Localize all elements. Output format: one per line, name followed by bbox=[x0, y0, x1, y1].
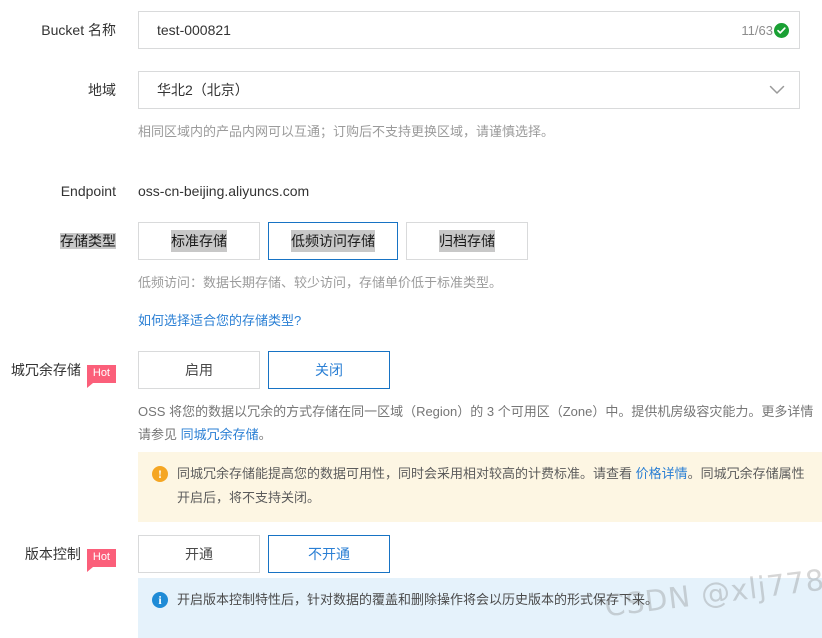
zone-redundancy-desc-row: OSS 将您的数据以冗余的方式存储在同一区域（Region）的 3 个可用区（Z… bbox=[0, 400, 822, 446]
versioning-info-alert: i 开启版本控制特性后，针对数据的覆盖和删除操作将会以历史版本的形式保存下来。 bbox=[138, 578, 822, 638]
zone-redundancy-options: 启用 关闭 bbox=[138, 351, 822, 389]
region-label: 地域 bbox=[88, 82, 116, 98]
bucket-name-label: Bucket 名称 bbox=[41, 22, 116, 38]
storage-class-label: 存储类型 bbox=[60, 233, 116, 249]
zone-redundancy-option-disable[interactable]: 关闭 bbox=[268, 351, 390, 389]
zone-redundancy-badge-wrap: Hot bbox=[86, 352, 116, 390]
form-row-storage-class: 存储类型 标准存储 低频访问存储 归档存储 bbox=[0, 222, 822, 260]
hot-badge: Hot bbox=[86, 365, 116, 389]
zone-redundancy-warning-text: 同城冗余存储能提高您的数据可用性，同时会采用相对较高的计费标准。请查看 价格详情… bbox=[177, 462, 808, 510]
versioning-info-text: 开启版本控制特性后，针对数据的覆盖和删除操作将会以历史版本的形式保存下来。 bbox=[177, 592, 659, 607]
storage-class-option-archive[interactable]: 归档存储 bbox=[406, 222, 528, 260]
versioning-alert-row: i 开启版本控制特性后，针对数据的覆盖和删除操作将会以历史版本的形式保存下来。 bbox=[0, 578, 822, 638]
storage-class-helper-text: 低频访问：数据长期存储、较少访问，存储单价低于标准类型。 bbox=[138, 275, 503, 290]
form-row-endpoint: Endpoint oss-cn-beijing.aliyuncs.com bbox=[0, 181, 822, 201]
region-helper-text: 相同区域内的产品内网可以互通；订购后不支持更换区域，请谨慎选择。 bbox=[138, 124, 555, 139]
zone-redundancy-desc: OSS 将您的数据以冗余的方式存储在同一区域（Region）的 3 个可用区（Z… bbox=[138, 400, 822, 446]
storage-class-label-wrap: 存储类型 bbox=[0, 222, 138, 260]
versioning-label: 版本控制 bbox=[24, 546, 81, 562]
storage-class-link-row: 如何选择适合您的存储类型? bbox=[0, 310, 822, 330]
form-row-versioning: 版本控制 Hot 开通 不开通 bbox=[0, 535, 822, 574]
zone-redundancy-label-wrap: 城冗余存储 Hot bbox=[0, 351, 138, 390]
bucket-name-input[interactable]: test-000821 11/63 bbox=[138, 11, 800, 49]
bucket-name-counter: 11/63 bbox=[741, 22, 773, 38]
zone-redundancy-warning-alert: ! 同城冗余存储能提高您的数据可用性，同时会采用相对较高的计费标准。请查看 价格… bbox=[138, 452, 822, 522]
storage-class-help-link[interactable]: 如何选择适合您的存储类型? bbox=[138, 313, 301, 328]
storage-class-helper-row: 低频访问：数据长期存储、较少访问，存储单价低于标准类型。 bbox=[0, 272, 822, 294]
check-circle-icon bbox=[774, 22, 789, 38]
storage-class-option-ia-label: 低频访问存储 bbox=[291, 230, 375, 252]
zone-redundancy-desc-link[interactable]: 同城冗余存储 bbox=[181, 427, 259, 442]
storage-class-options: 标准存储 低频访问存储 归档存储 bbox=[138, 222, 822, 260]
versioning-options: 开通 不开通 bbox=[138, 535, 822, 573]
zone-redundancy-alert-row: ! 同城冗余存储能提高您的数据可用性，同时会采用相对较高的计费标准。请查看 价格… bbox=[0, 452, 822, 522]
region-helper-row: 相同区域内的产品内网可以互通；订购后不支持更换区域，请谨慎选择。 bbox=[0, 121, 822, 143]
bucket-name-value: test-000821 bbox=[157, 22, 231, 38]
info-icon: i bbox=[152, 592, 168, 608]
price-detail-link[interactable]: 价格详情 bbox=[636, 466, 688, 481]
bucket-create-form: Bucket 名称 test-000821 11/63 地域 华北2（北京） 相… bbox=[0, 0, 822, 638]
versioning-badge-wrap: Hot bbox=[86, 536, 116, 574]
versioning-option-enable[interactable]: 开通 bbox=[138, 535, 260, 573]
chevron-down-icon[interactable] bbox=[769, 85, 799, 95]
form-row-zone-redundancy: 城冗余存储 Hot 启用 关闭 bbox=[0, 351, 822, 390]
endpoint-label: Endpoint bbox=[60, 183, 116, 199]
zone-redundancy-option-enable[interactable]: 启用 bbox=[138, 351, 260, 389]
form-row-bucket-name: Bucket 名称 test-000821 11/63 bbox=[0, 11, 822, 49]
endpoint-value: oss-cn-beijing.aliyuncs.com bbox=[138, 183, 310, 199]
form-row-region: 地域 华北2（北京） bbox=[0, 71, 822, 109]
storage-class-option-standard-label: 标准存储 bbox=[171, 230, 227, 252]
zone-redundancy-desc-part2: 。 bbox=[258, 427, 272, 442]
versioning-label-wrap: 版本控制 Hot bbox=[0, 535, 138, 574]
region-value: 华北2（北京） bbox=[157, 82, 249, 98]
storage-class-option-ia[interactable]: 低频访问存储 bbox=[268, 222, 398, 260]
zone-redundancy-label: 城冗余存储 bbox=[10, 362, 81, 378]
warning-text-part1: 同城冗余存储能提高您的数据可用性，同时会采用相对较高的计费标准。请查看 bbox=[177, 466, 636, 481]
storage-class-option-archive-label: 归档存储 bbox=[439, 230, 495, 252]
bucket-name-suffix: 11/63 bbox=[741, 22, 799, 38]
hot-badge: Hot bbox=[86, 549, 116, 573]
versioning-option-disable[interactable]: 不开通 bbox=[268, 535, 390, 573]
storage-class-option-standard[interactable]: 标准存储 bbox=[138, 222, 260, 260]
region-select[interactable]: 华北2（北京） bbox=[138, 71, 800, 109]
warning-icon: ! bbox=[152, 466, 168, 482]
